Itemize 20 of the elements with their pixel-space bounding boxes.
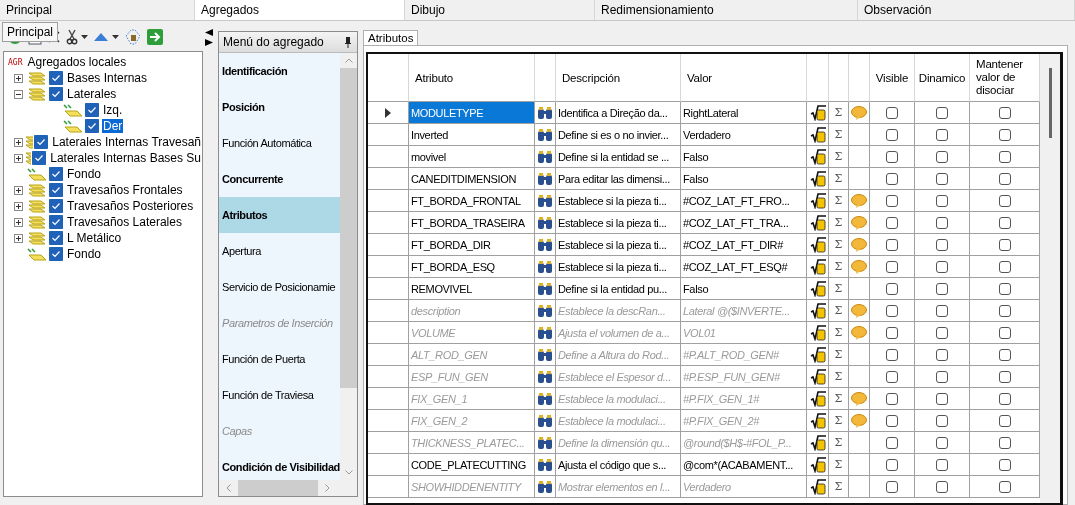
table-cell: Ajusta el volumen de a... (556, 322, 681, 344)
table-cell: Establece la modulaci... (556, 410, 681, 432)
table-cell: Establece el Espesor d... (556, 366, 681, 388)
table-cell: Establece si la pieza ti... (556, 212, 681, 234)
menu-title: Menú do agregado (223, 35, 324, 49)
agr-label: AGR (8, 57, 23, 67)
table-cell: Para editar las dimensi... (556, 168, 681, 190)
table-cell: Define a Altura do Rod... (556, 344, 681, 366)
table-cell: Ajusta el código que s... (556, 454, 681, 476)
table-cell: Establece si la pieza ti... (556, 256, 681, 278)
table-cell: Establece si la pieza ti... (556, 190, 681, 212)
table-cell: Identifica a Direção da... (556, 102, 681, 124)
table-cell: Define si la entidad pu... (556, 278, 681, 300)
table-cell: Mostrar elementos en l... (556, 476, 681, 498)
table-cell: Establece la descRan... (556, 300, 681, 322)
table-cell: Establece la modulaci... (556, 388, 681, 410)
table-cell: Define si es o no invier... (556, 124, 681, 146)
table-cell: Define si la entidad se ... (556, 146, 681, 168)
table-cell: Define la dimensión qu... (556, 432, 681, 454)
table-cell: Establece si la pieza ti... (556, 234, 681, 256)
